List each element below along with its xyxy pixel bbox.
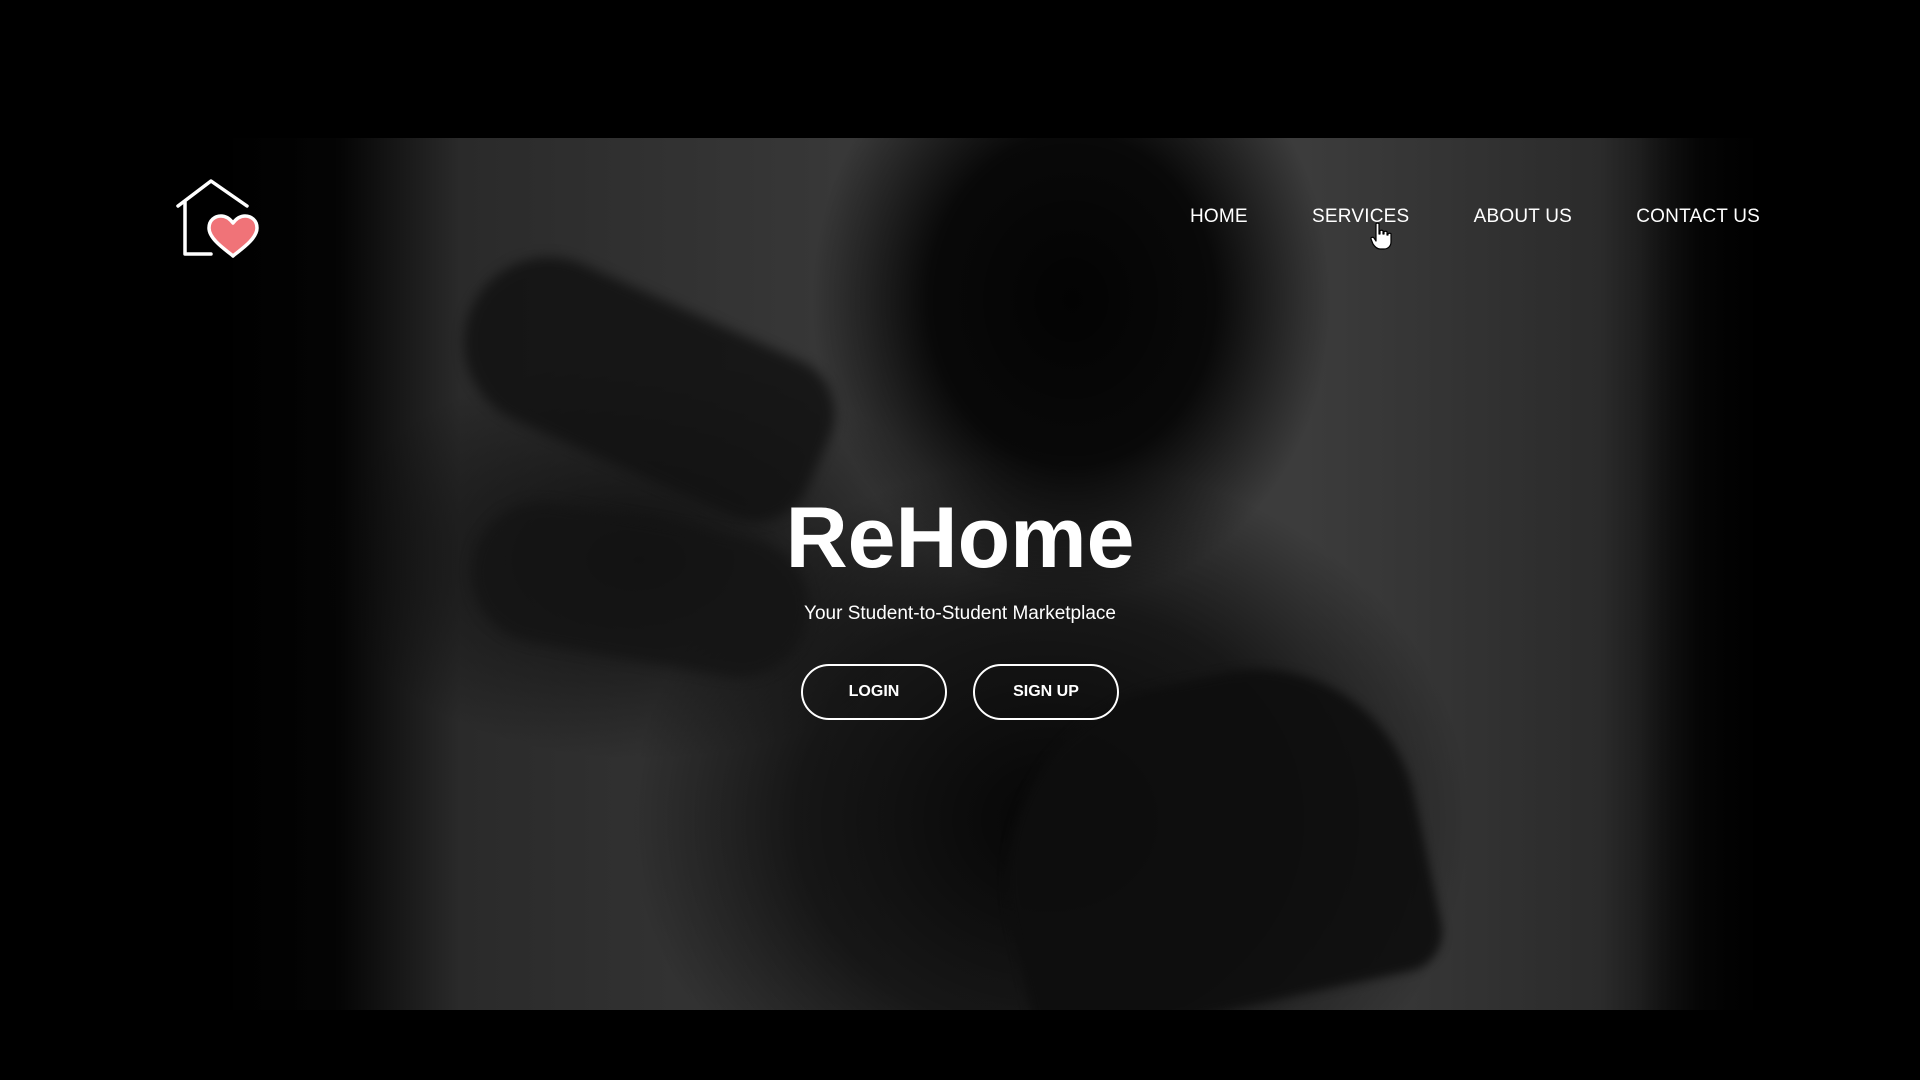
sign-up-button[interactable]: SIGN UP	[973, 664, 1119, 720]
nav-home-link[interactable]: HOME	[1190, 206, 1248, 228]
hand-pointer-icon	[1370, 222, 1392, 250]
letterbox-top	[0, 0, 1920, 138]
nav-contact-us-link[interactable]: CONTACT US	[1636, 206, 1760, 228]
letterbox-bottom	[0, 1010, 1920, 1080]
house-heart-icon[interactable]	[175, 178, 261, 258]
hero-actions: LOGIN SIGN UP	[660, 664, 1260, 720]
login-button[interactable]: LOGIN	[801, 664, 947, 720]
landing-page: HOME SERVICES ABOUT US CONTACT US ReHome…	[0, 0, 1920, 1080]
hero-vignette-left	[0, 138, 350, 1010]
nav-services-link[interactable]: SERVICES	[1312, 206, 1409, 228]
hero-subtitle: Your Student-to-Student Marketplace	[804, 603, 1116, 624]
hero-section: ReHome Your Student-to-Student Marketpla…	[660, 490, 1260, 720]
main-nav: HOME SERVICES ABOUT US CONTACT US	[1190, 201, 1760, 233]
hero-title: ReHome	[785, 490, 1135, 586]
nav-about-us-link[interactable]: ABOUT US	[1474, 206, 1572, 228]
hero-vignette-right	[1640, 138, 1920, 1010]
